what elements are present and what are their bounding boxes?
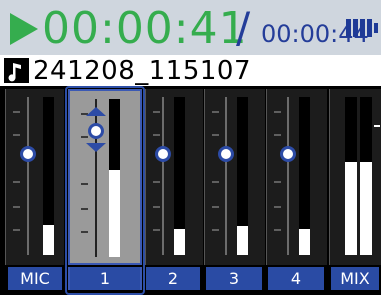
file-name: 241208_115107 (33, 56, 252, 86)
play-icon (10, 13, 38, 45)
channel-label-mix[interactable]: MIX (331, 267, 379, 290)
channel-strip-2[interactable] (145, 89, 203, 265)
channel-strip-mic[interactable] (5, 89, 64, 265)
fader-up-arrow-icon[interactable] (86, 107, 106, 116)
channel-strip-4[interactable] (266, 89, 327, 265)
level-meter-fill (237, 226, 248, 255)
channel-strip-3[interactable] (204, 89, 265, 265)
fader-down-arrow-icon[interactable] (86, 143, 106, 152)
channel-strip-1[interactable] (68, 89, 142, 265)
level-meter-fill (43, 225, 54, 255)
fader-knob[interactable] (88, 123, 104, 139)
level-meter-left-fill (345, 162, 357, 255)
battery-icon (346, 19, 378, 37)
channel-label-1[interactable]: 1 (68, 267, 142, 290)
channel-label-3[interactable]: 3 (206, 267, 262, 290)
status-bar: 00:00:41 / 00:00:44 (0, 0, 381, 55)
fader-knob[interactable] (280, 146, 296, 162)
channel-label-2[interactable]: 2 (146, 267, 200, 290)
time-separator: / (236, 3, 251, 52)
elapsed-time: 00:00:41 (42, 3, 248, 54)
fader-knob[interactable] (20, 146, 36, 162)
fader-knob[interactable] (155, 146, 171, 162)
fader-knob[interactable] (218, 146, 234, 162)
file-bar: 241208_115107 (0, 55, 381, 86)
peak-marker (374, 125, 380, 127)
level-meter-fill (299, 229, 310, 255)
music-note-icon (4, 58, 29, 83)
channel-label-4[interactable]: 4 (268, 267, 324, 290)
level-meter-fill (109, 170, 120, 257)
level-meter-fill (174, 229, 185, 255)
channel-strip-mix[interactable] (329, 89, 381, 265)
mixer-panel: MIC 1 2 3 4 MIX (0, 86, 381, 295)
channel-label-mic[interactable]: MIC (8, 267, 62, 290)
level-meter-right-fill (360, 162, 372, 255)
